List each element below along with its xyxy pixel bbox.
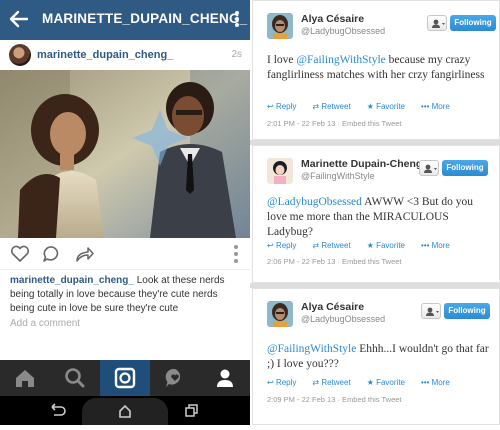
more-vertical-icon[interactable] [234, 9, 240, 31]
more-vertical-icon[interactable] [233, 244, 239, 269]
avatar[interactable] [9, 44, 31, 66]
search-icon[interactable] [50, 360, 100, 396]
tweet-card: Marinette Dupain-Cheng @FailingWithStyle… [252, 145, 500, 283]
home-button[interactable] [82, 398, 168, 425]
post-header: marinette_dupain_cheng_ 2s [0, 40, 250, 70]
post-photo[interactable] [0, 70, 250, 238]
retweet-button[interactable]: ⇄ Retweet [312, 241, 358, 250]
tweet-author-handle[interactable]: @FailingWithStyle [301, 171, 375, 181]
retweet-button[interactable]: ⇄ Retweet [312, 102, 358, 111]
tweet-text: I love @FailingWithStyle because my craz… [267, 54, 485, 81]
avatar[interactable] [267, 301, 293, 327]
tweet-timestamp[interactable]: 2:09 PM - 22 Feb 13 · Embed this Tweet [267, 395, 402, 404]
tweet-actions: ↩ Reply ⇄ Retweet ★ Favorite ••• More [267, 378, 466, 387]
instagram-panel: MARINETTE_DUPAIN_CHENG_ marinette_dupain… [0, 0, 250, 425]
favorite-button[interactable]: ★ Favorite [367, 241, 413, 250]
user-actions-button[interactable] [427, 15, 447, 31]
avatar[interactable] [267, 158, 293, 184]
more-button[interactable]: ••• More [421, 102, 458, 111]
post-actions [0, 238, 250, 270]
avatar[interactable] [267, 13, 293, 39]
tweet-card: Alya Césaire @LadybugObsessed Following … [252, 288, 500, 425]
tweet-author-name[interactable]: Alya Césaire [301, 301, 364, 313]
reply-button[interactable]: ↩ Reply [267, 241, 304, 250]
tweet-actions: ↩ Reply ⇄ Retweet ★ Favorite ••• More [267, 102, 466, 111]
android-system-bar [0, 396, 250, 425]
post-username[interactable]: marinette_dupain_cheng_ [37, 49, 173, 61]
following-button[interactable]: Following [450, 15, 496, 31]
tweet-timestamp[interactable]: 2:06 PM - 22 Feb 13 · Embed this Tweet [267, 257, 402, 266]
user-actions-button[interactable] [421, 303, 441, 319]
profile-title: MARINETTE_DUPAIN_CHENG_ [42, 11, 248, 26]
tweet-author-name[interactable]: Marinette Dupain-Cheng [301, 158, 422, 170]
activity-icon[interactable] [150, 360, 200, 396]
more-button[interactable]: ••• More [421, 241, 458, 250]
tweet-author-handle[interactable]: @LadybugObsessed [301, 314, 385, 324]
tweet-card: Alya Césaire @LadybugObsessed Following … [252, 0, 500, 140]
reply-button[interactable]: ↩ Reply [267, 102, 304, 111]
share-icon[interactable] [74, 245, 94, 268]
add-comment-field[interactable]: Add a comment [10, 318, 80, 329]
heart-icon[interactable] [10, 245, 30, 268]
reply-button[interactable]: ↩ Reply [267, 378, 304, 387]
tweet-author-name[interactable]: Alya Césaire [301, 13, 364, 25]
favorite-button[interactable]: ★ Favorite [367, 102, 413, 111]
comment-icon[interactable] [42, 245, 62, 268]
ig-top-bar: MARINETTE_DUPAIN_CHENG_ [0, 0, 250, 40]
favorite-button[interactable]: ★ Favorite [367, 378, 413, 387]
camera-icon[interactable] [100, 360, 150, 396]
following-button[interactable]: Following [442, 160, 488, 176]
mention-link[interactable]: @LadybugObsessed [267, 196, 362, 208]
mention-link[interactable]: @FailingWithStyle [267, 343, 356, 355]
tweet-timestamp[interactable]: 2:01 PM - 22 Feb 13 · Embed this Tweet [267, 119, 402, 128]
retweet-button[interactable]: ⇄ Retweet [312, 378, 358, 387]
post-caption: marinette_dupain_cheng_ Look at these ne… [10, 274, 242, 316]
profile-icon[interactable] [200, 360, 250, 396]
tweet-actions: ↩ Reply ⇄ Retweet ★ Favorite ••• More [267, 241, 466, 250]
more-button[interactable]: ••• More [421, 378, 458, 387]
back-icon[interactable] [48, 402, 66, 423]
following-button[interactable]: Following [444, 303, 490, 319]
user-actions-button[interactable] [419, 160, 439, 176]
home-icon[interactable] [0, 360, 50, 396]
recent-apps-icon[interactable] [183, 403, 199, 424]
mention-link[interactable]: @FailingWithStyle [296, 54, 385, 66]
post-time: 2s [231, 49, 242, 60]
tweet-text: @FailingWithStyle Ehhh...I wouldn't go t… [267, 343, 489, 370]
back-arrow-icon[interactable] [8, 8, 30, 32]
tweet-text: @LadybugObsessed AWWW <3 But do you love… [267, 196, 474, 238]
bottom-nav [0, 360, 250, 396]
caption-username[interactable]: marinette_dupain_cheng_ [10, 275, 134, 286]
tweet-author-handle[interactable]: @LadybugObsessed [301, 26, 385, 36]
